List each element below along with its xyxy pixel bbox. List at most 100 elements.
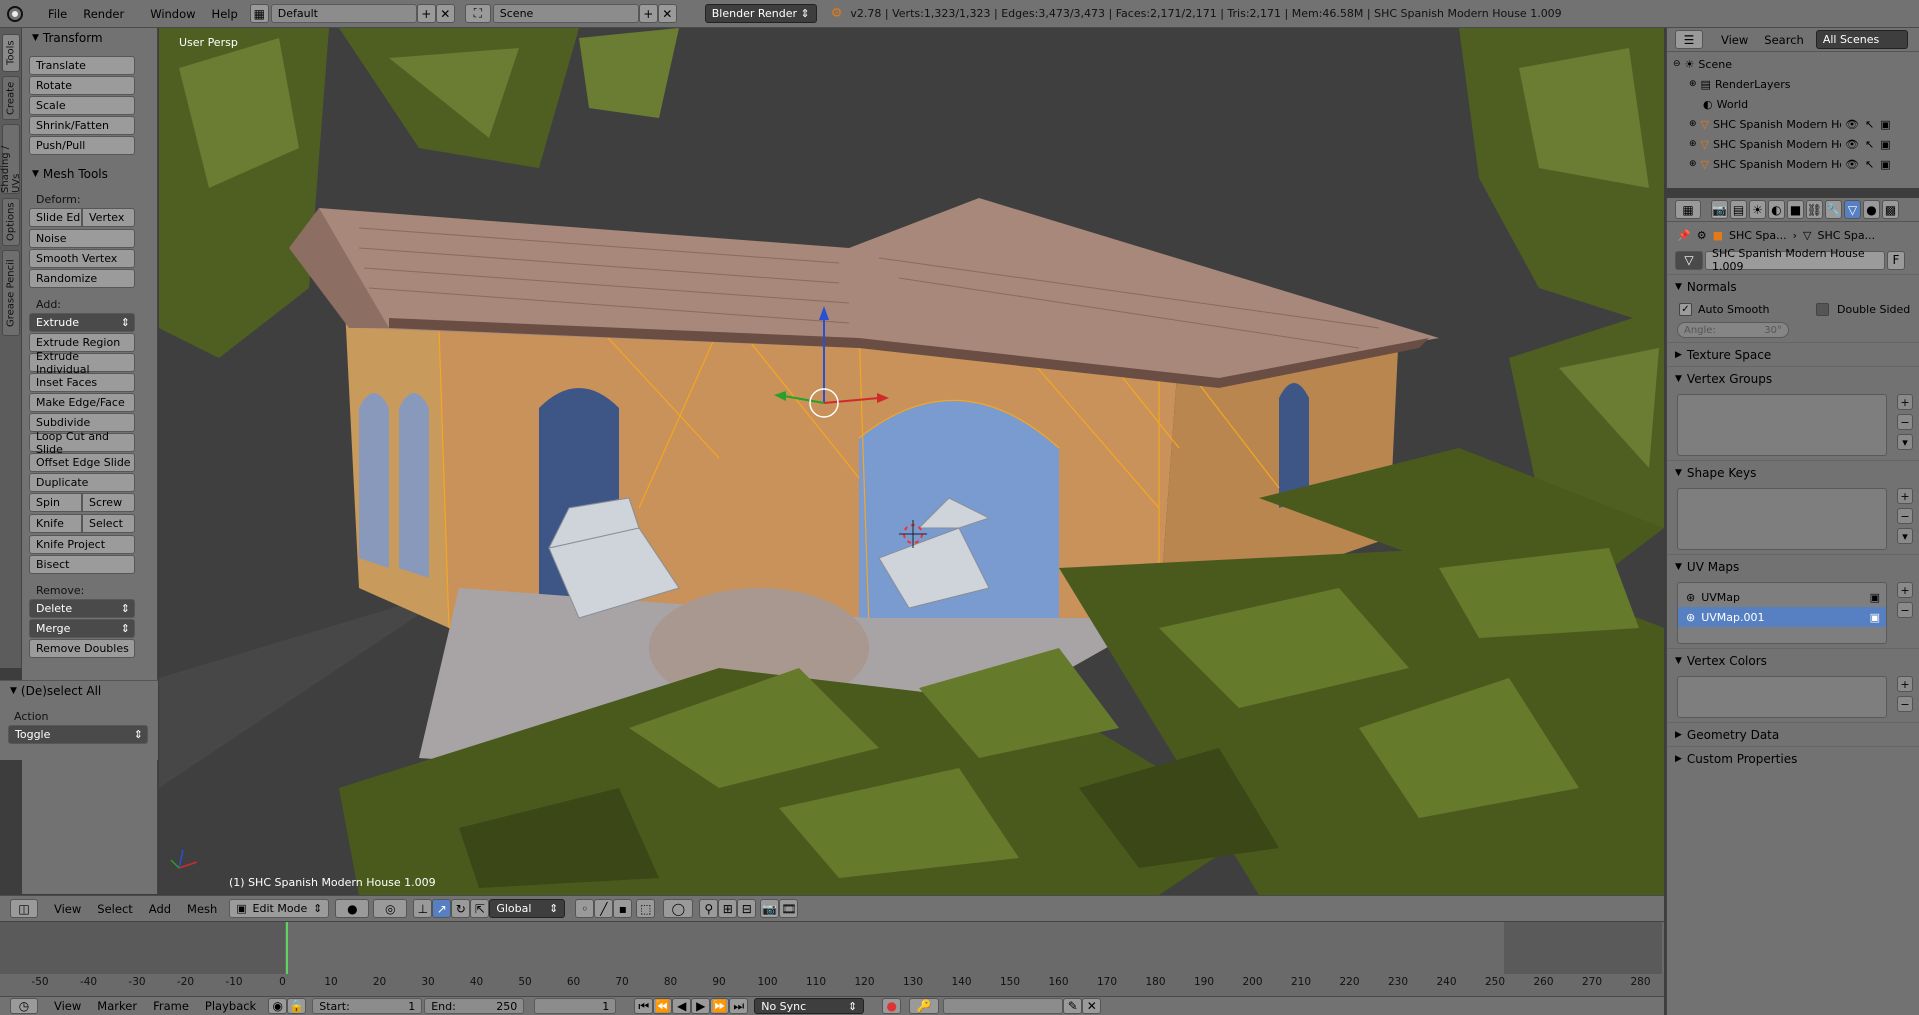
menu-mesh[interactable]: Mesh	[179, 902, 225, 916]
prev-keyframe-icon[interactable]: ⏪	[653, 998, 673, 1014]
scene-field[interactable]: Scene	[492, 4, 639, 23]
menu-search[interactable]: Search	[1756, 33, 1812, 47]
jump-end-icon[interactable]: ⏭	[729, 998, 749, 1014]
render-tab-icon[interactable]: 📷	[1711, 200, 1728, 219]
modifiers-tab-icon[interactable]: 🔧	[1825, 200, 1842, 219]
action-select[interactable]: Toggle ⇕	[8, 725, 148, 744]
display-mode-select[interactable]: All Scenes	[1815, 30, 1908, 49]
extrude-menu[interactable]: Extrude ⇕	[29, 313, 135, 332]
select-arrow-icon[interactable]: ↖	[1865, 138, 1874, 151]
vertex-groups-list[interactable]	[1677, 394, 1887, 456]
lock-icon[interactable]: 🔒	[287, 998, 307, 1014]
proportional-edit-icon[interactable]: ◯	[663, 899, 694, 918]
spin-button[interactable]: Spin	[29, 493, 82, 512]
render-preview-icon[interactable]: 📷	[760, 899, 780, 918]
insert-keyframe-icon[interactable]: ✎	[1063, 998, 1083, 1014]
scene-icon[interactable]: ⛶	[464, 4, 491, 23]
orientation-select[interactable]: Global ⇕	[489, 899, 566, 918]
start-frame-field[interactable]: Start: 1	[312, 998, 423, 1014]
blender-logo-icon[interactable]	[0, 0, 30, 28]
operator-panel-header[interactable]: ▼ (De)select All	[0, 681, 158, 701]
menu-file[interactable]: File	[40, 7, 75, 21]
loop-cut-slide-button[interactable]: Loop Cut and Slide	[29, 430, 135, 456]
list-item[interactable]: ⊛ UVMap ▣	[1678, 587, 1886, 607]
jump-start-icon[interactable]: ⏮	[634, 998, 654, 1014]
custom-properties-panel-header[interactable]: ▶ Custom Properties	[1667, 746, 1919, 770]
knife-project-button[interactable]: Knife Project	[29, 535, 135, 554]
menu-add[interactable]: Add	[141, 902, 179, 916]
slide-edge-button[interactable]: Slide Ed	[29, 208, 82, 227]
visibility-eye-icon[interactable]: 👁	[1845, 138, 1859, 151]
angle-field[interactable]: Angle: 30°	[1677, 322, 1789, 338]
delete-keyframe-icon[interactable]: ✕	[1082, 998, 1102, 1014]
tab-grease-pencil[interactable]: Grease Pencil	[2, 250, 20, 336]
screen-layout-field[interactable]: Default	[270, 4, 417, 23]
object-tab-icon[interactable]: ■	[1787, 200, 1804, 219]
3d-viewport[interactable]: User Persp (1) SHC Spanish Modern House …	[159, 28, 1664, 895]
snap-element-icon[interactable]: ⊞	[718, 899, 738, 918]
delete-menu[interactable]: Delete ⇕	[29, 599, 135, 618]
shrink-fatten-button[interactable]: Shrink/Fatten	[29, 116, 135, 135]
pivot-icon[interactable]: ◎	[373, 899, 408, 918]
scale-button[interactable]: Scale	[29, 96, 135, 115]
current-frame-field[interactable]: 1	[534, 998, 617, 1014]
menu-render[interactable]: Render	[75, 7, 132, 21]
double-sided-checkbox[interactable]	[1816, 302, 1829, 316]
play-reverse-icon[interactable]: ◀	[672, 998, 692, 1014]
menu-view[interactable]: View	[46, 999, 89, 1013]
tab-tools[interactable]: Tools	[2, 34, 20, 72]
menu-frame[interactable]: Frame	[145, 999, 197, 1013]
render-camera-icon[interactable]: ▣	[1870, 611, 1880, 624]
add-vertex-color-button[interactable]: +	[1897, 676, 1913, 692]
rotate-manipulator-icon[interactable]: ↻	[451, 899, 471, 918]
editor-type-icon[interactable]: ◷	[10, 998, 38, 1014]
auto-smooth-checkbox[interactable]: ✓	[1679, 302, 1692, 316]
uv-maps-list[interactable]: ⊛ UVMap ▣ ⊛ UVMap.001 ▣	[1677, 582, 1887, 644]
add-uv-map-button[interactable]: +	[1897, 582, 1913, 598]
constraints-tab-icon[interactable]: ⛓	[1806, 200, 1823, 219]
texture-space-panel-header[interactable]: ▶ Texture Space	[1667, 342, 1919, 366]
remove-vertex-group-button[interactable]: −	[1897, 414, 1913, 430]
menu-view[interactable]: View	[46, 902, 89, 916]
mode-select[interactable]: ▣ Edit Mode ⇕	[229, 899, 330, 918]
offset-edge-slide-button[interactable]: Offset Edge Slide	[29, 453, 135, 472]
translate-manipulator-icon[interactable]: ↗	[432, 899, 452, 918]
geometry-data-panel-header[interactable]: ▶ Geometry Data	[1667, 722, 1919, 746]
screen-layout-icon[interactable]: ▦	[249, 4, 269, 23]
record-keyframe-icon[interactable]: ◉	[268, 998, 288, 1014]
edge-select-icon[interactable]: ╱	[594, 899, 614, 918]
render-camera-icon[interactable]: ▣	[1880, 118, 1890, 131]
menu-playback[interactable]: Playback	[197, 999, 264, 1013]
make-edge-face-button[interactable]: Make Edge/Face	[29, 393, 135, 412]
fake-user-button[interactable]: F	[1887, 250, 1905, 270]
next-keyframe-icon[interactable]: ⏩	[710, 998, 730, 1014]
mesh-name-field[interactable]: SHC Spanish Modern House 1.009	[1705, 247, 1885, 273]
outliner-row-object[interactable]: ⊕ ▽ SHC Spanish Modern Ho 👁 ↖ ▣	[1667, 154, 1919, 174]
world-tab-icon[interactable]: ◐	[1768, 200, 1785, 219]
normals-panel-header[interactable]: ▼ Normals	[1667, 274, 1919, 298]
vertex-colors-list[interactable]	[1677, 676, 1887, 718]
properties-type-icon[interactable]: ▦	[1675, 200, 1701, 219]
menu-window[interactable]: Window	[142, 7, 203, 21]
render-layers-tab-icon[interactable]: ▤	[1730, 200, 1747, 219]
uv-maps-panel-header[interactable]: ▼ UV Maps	[1667, 554, 1919, 578]
mesh-browse-icon[interactable]: ▽	[1675, 250, 1703, 270]
tab-create[interactable]: Create	[2, 76, 20, 120]
outliner-row-object[interactable]: ⊕ ▽ SHC Spanish Modern Ho 👁 ↖ ▣	[1667, 114, 1919, 134]
keying-set-field[interactable]	[943, 998, 1064, 1014]
outliner-row-renderlayers[interactable]: ⊕ ▤ RenderLayers	[1667, 74, 1919, 94]
end-frame-field[interactable]: End: 250	[424, 998, 525, 1014]
add-shape-key-button[interactable]: +	[1897, 488, 1913, 504]
extrude-individual-button[interactable]: Extrude Individual	[29, 350, 135, 376]
select-arrow-icon[interactable]: ↖	[1865, 118, 1874, 131]
knife-select-button[interactable]: Select	[82, 514, 135, 533]
shape-key-menu-button[interactable]: ▾	[1897, 528, 1913, 544]
menu-select[interactable]: Select	[89, 902, 140, 916]
outliner-row-object[interactable]: ⊕ ▽ SHC Spanish Modern Ho 👁 ↖ ▣	[1667, 134, 1919, 154]
smooth-vertex-button[interactable]: Smooth Vertex	[29, 249, 135, 268]
outliner-type-icon[interactable]: ☰	[1675, 30, 1703, 49]
render-camera-icon[interactable]: ▣	[1880, 158, 1890, 171]
list-item[interactable]: ⊛ UVMap.001 ▣	[1678, 607, 1886, 627]
vertex-colors-panel-header[interactable]: ▼ Vertex Colors	[1667, 648, 1919, 672]
texture-tab-icon[interactable]: ▩	[1882, 200, 1899, 219]
